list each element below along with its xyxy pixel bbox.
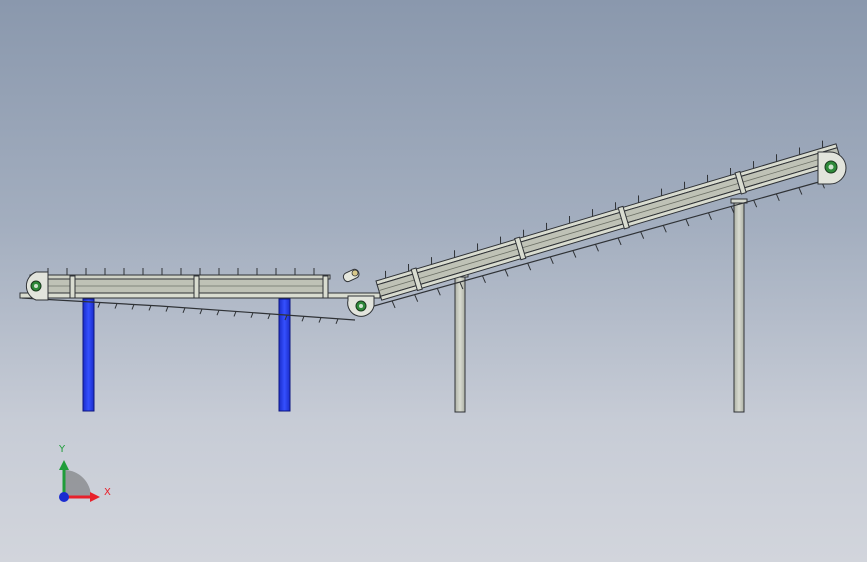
orientation-triad: [59, 460, 100, 502]
belt-cleat: [131, 304, 135, 310]
leg-1-selected[interactable]: [82, 298, 95, 412]
belt-cleat: [482, 275, 486, 283]
z-axis-dot: [59, 492, 69, 502]
belt-cleat: [549, 256, 554, 265]
belt-cleat: [301, 316, 305, 322]
belt-cleat: [637, 195, 640, 203]
belt-cleat: [414, 294, 419, 302]
belt-cleat: [572, 250, 577, 258]
belt-cleat: [798, 187, 803, 195]
x-axis-arrowhead: [90, 492, 100, 502]
y-axis-label: Y: [59, 444, 66, 455]
conveyor-model[interactable]: [0, 0, 867, 562]
horizontal-section[interactable]: [19, 268, 381, 324]
belt-cleat: [216, 310, 220, 316]
belt-cleat: [685, 218, 690, 227]
belt-cleat: [318, 317, 322, 323]
belt-cleat: [662, 225, 667, 233]
belt-cleat: [752, 161, 755, 169]
belt-cleat: [267, 313, 271, 320]
belt-cleat: [436, 288, 441, 296]
cad-viewport[interactable]: X Y: [0, 0, 867, 562]
belt-cleat: [640, 231, 645, 239]
belt-cleat: [97, 302, 101, 308]
belt-cleat: [165, 306, 169, 312]
belt-cleat: [527, 262, 532, 271]
head-pulley[interactable]: [817, 151, 847, 185]
belt-cleat: [545, 222, 548, 231]
belt-cleat: [335, 318, 339, 324]
belt-cleat: [391, 300, 396, 309]
belt-cleat: [706, 174, 709, 183]
belt-cleat: [504, 269, 509, 277]
leg-4[interactable]: [730, 198, 748, 413]
belt-cleat: [753, 199, 758, 208]
belt-cleat: [385, 270, 387, 279]
belt-cleat: [798, 147, 801, 155]
x-axis-label: X: [104, 487, 111, 498]
belt-cleat: [617, 237, 622, 246]
belt-cleat: [182, 307, 186, 313]
belt-cleat: [568, 216, 571, 224]
belt-cleat: [250, 312, 254, 318]
belt-cleat: [430, 257, 433, 265]
y-axis-arrowhead: [59, 460, 69, 470]
tail-pulley[interactable]: [25, 271, 49, 301]
belt-cleat: [453, 250, 456, 258]
belt-cleat: [148, 305, 152, 311]
belt-cleat: [199, 308, 203, 315]
belt-cleat: [683, 181, 686, 190]
snub-roller[interactable]: [342, 268, 360, 283]
belt-cleat: [595, 244, 599, 252]
belt-cleat: [708, 212, 712, 220]
belt-cleat: [522, 229, 525, 238]
belt-cleat: [591, 209, 594, 217]
belt-cleat: [821, 140, 824, 148]
belt-cleat: [775, 154, 778, 162]
belt-cleat: [114, 303, 118, 309]
support-legs[interactable]: [82, 198, 748, 413]
belt-cleat: [775, 193, 780, 202]
bend-pulley[interactable]: [347, 295, 375, 317]
belt-cleat: [729, 168, 732, 176]
belt-cleat: [614, 202, 617, 210]
inclined-section[interactable]: [373, 137, 847, 309]
belt-cleat: [660, 188, 663, 196]
transition-section[interactable]: [342, 268, 375, 317]
belt-cleat: [407, 264, 410, 272]
leg-3[interactable]: [451, 272, 469, 413]
belt-cleat: [476, 243, 479, 251]
belt-cleat: [233, 311, 237, 317]
belt-cleat: [499, 236, 502, 244]
